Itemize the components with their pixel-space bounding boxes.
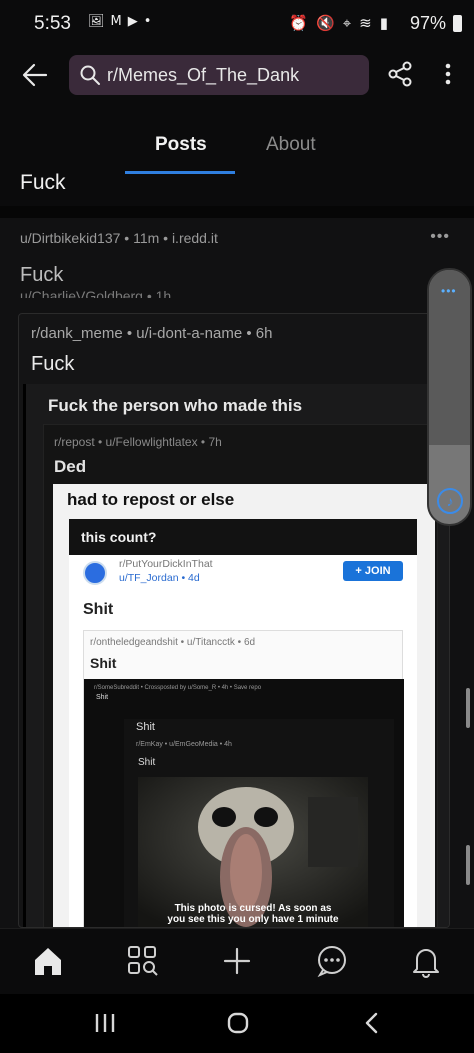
meme-layer6-sub: r/PutYourDickInThat xyxy=(119,558,213,570)
meme-layer2: Fuck the person who made this r/repost •… xyxy=(23,384,449,927)
subreddit-tabs: Posts About xyxy=(0,104,474,178)
scrollbar-thumb-2[interactable] xyxy=(466,845,470,885)
meme-layer8-text1: Shit xyxy=(96,694,109,701)
location-icon: ⌖ xyxy=(342,14,352,32)
post-more-icon[interactable]: ••• xyxy=(430,228,450,246)
meme-layer2-title: Fuck the person who made this xyxy=(48,396,303,415)
tab-about[interactable]: About xyxy=(266,134,316,156)
search-icon xyxy=(80,65,100,85)
meme-layer3-title: Ded xyxy=(54,457,87,476)
meme-layer7-meta: r/ontheledgeandshit • u/Titancctk • 6d xyxy=(90,637,256,648)
app-header: r/Memes_Of_The_Dank xyxy=(0,48,474,104)
alarm-icon: ⏰ xyxy=(289,14,309,32)
join-button: + JOIN xyxy=(343,561,403,581)
post-image[interactable]: r/dank_meme • u/i-dont-a-name • 6h Fuck … xyxy=(18,313,450,928)
meme-layer1-meta: r/dank_meme • u/i-dont-a-name • 6h xyxy=(31,325,273,342)
meme-layer8-meta2: r/EmKay • u/EmGeoMedia • 4h xyxy=(136,741,232,748)
active-tab-indicator xyxy=(125,171,235,174)
youtube-icon: ▶ xyxy=(127,14,138,29)
mute-icon: 🔇 xyxy=(316,14,335,32)
home-icon[interactable] xyxy=(30,943,66,979)
meme-layer8-meta: r/SomeSubreddit • Crossposted by u/Some_… xyxy=(94,685,262,691)
meme-layer4-title: had to repost or else xyxy=(67,490,235,509)
recent-apps-icon[interactable] xyxy=(90,1010,120,1036)
status-bar: 5:53 🖼 M ▶ • ⏰ 🔇 ⌖ ≋ ▮ 97% xyxy=(0,0,474,48)
battery-icon xyxy=(453,15,462,32)
meme-layer8-inner: Shit r/EmKay • u/EmGeoMedia • 4h Shit Th… xyxy=(124,719,394,927)
post-card[interactable]: u/Dirtbikekid137 • 11m • i.redd.it ••• F… xyxy=(0,218,474,928)
cursed-caption: This photo is cursed! As soon as you see… xyxy=(167,903,339,925)
post-meta[interactable]: u/Dirtbikekid137 • 11m • i.redd.it xyxy=(20,230,218,246)
dot-icon: • xyxy=(143,14,152,29)
home-button-icon[interactable] xyxy=(223,1010,253,1036)
meme-layer3-meta: r/repost • u/Fellowlightlatex • 7h xyxy=(54,435,222,449)
meme-layer7: r/ontheledgeandshit • u/Titancctk • 6d S… xyxy=(83,630,404,927)
tab-posts[interactable]: Posts xyxy=(155,134,207,156)
bottom-navigation xyxy=(0,928,474,994)
meme-layer3: r/repost • u/Fellowlightlatex • 7h Ded h… xyxy=(43,424,438,927)
back-button-icon[interactable] xyxy=(357,1010,387,1036)
search-query: r/Memes_Of_The_Dank xyxy=(107,65,300,85)
system-icons: ⏰ 🔇 ⌖ ≋ ▮ xyxy=(289,14,388,32)
post-title[interactable]: Fuck xyxy=(20,264,63,287)
status-time: 5:53 xyxy=(34,13,71,34)
system-navigation xyxy=(0,994,474,1053)
ghost-meta: u/CharlieVGoldberg • 1h xyxy=(20,288,172,298)
gmail-icon: M xyxy=(110,14,122,29)
meme-layer8: r/SomeSubreddit • Crossposted by u/Some_… xyxy=(84,679,404,927)
meme-layer6: r/PutYourDickInThat u/TF_Jordan • 4d + J… xyxy=(69,555,417,927)
meme-layer4: had to repost or else this count? r/PutY… xyxy=(53,484,435,927)
meme-layer5: this count? xyxy=(69,519,417,555)
meme-layer8-text2: Shit xyxy=(136,721,155,733)
music-note-icon[interactable]: ♪ xyxy=(437,488,463,514)
notification-bell-icon[interactable] xyxy=(408,943,444,979)
more-options-icon[interactable] xyxy=(438,60,458,88)
scrollbar-thumb[interactable] xyxy=(466,688,470,728)
cursed-photo: This photo is cursed! As soon as you see… xyxy=(138,777,368,927)
meme-layer7-title: Shit xyxy=(90,655,117,671)
meme-layer5-title: this count? xyxy=(81,529,157,545)
signal-icon: ▮ xyxy=(379,14,388,32)
meme-layer6-title: Shit xyxy=(83,601,114,618)
battery-percent: 97% xyxy=(409,13,446,33)
meme-layer6-user: u/TF_Jordan • 4d xyxy=(119,572,200,584)
divider xyxy=(0,206,474,218)
subreddit-avatar-icon xyxy=(83,561,107,585)
meme-layer1-title: Fuck xyxy=(31,353,75,375)
create-post-icon[interactable] xyxy=(219,943,255,979)
share-icon[interactable] xyxy=(386,60,414,88)
wifi-icon: ≋ xyxy=(359,14,372,32)
image-icon: 🖼 xyxy=(88,14,105,29)
side-panel-handle[interactable]: ••• ♪ xyxy=(427,268,472,526)
discover-icon[interactable] xyxy=(125,943,161,979)
back-arrow-icon[interactable] xyxy=(18,58,52,92)
sticky-post-title[interactable]: Fuck xyxy=(20,171,66,195)
notification-icons: 🖼 M ▶ • xyxy=(88,14,151,29)
chat-icon[interactable] xyxy=(314,943,350,979)
side-panel-dots-icon[interactable]: ••• xyxy=(441,284,457,298)
search-bar[interactable]: r/Memes_Of_The_Dank xyxy=(69,55,369,95)
meme-layer8-text3: Shit xyxy=(138,757,156,768)
